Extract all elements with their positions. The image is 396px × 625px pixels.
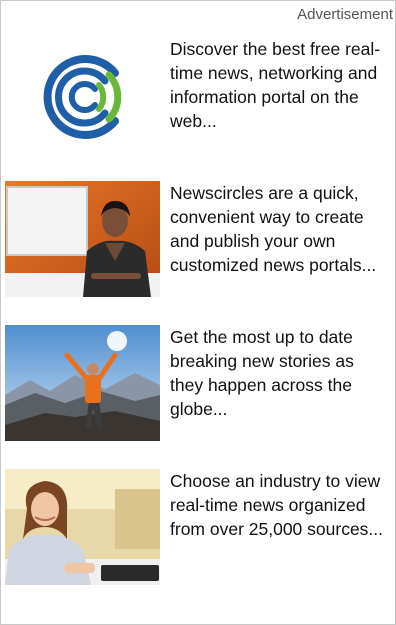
ad-item-breaking-news[interactable]: Get the most up to date breaking new sto…	[5, 325, 393, 441]
news-anchor-photo[interactable]	[5, 181, 160, 297]
ad-text-industry[interactable]: Choose an industry to view real-time new…	[170, 469, 395, 541]
advertisement-label: Advertisement	[297, 6, 393, 23]
ad-frame: Advertisement Discover the best free rea…	[0, 0, 396, 625]
mountain-climber-photo[interactable]	[5, 325, 160, 441]
ad-text-newscircles[interactable]: Newscircles are a quick, convenient way …	[170, 181, 395, 277]
office-woman-photo[interactable]	[5, 469, 160, 585]
ad-text-breaking-news[interactable]: Get the most up to date breaking new sto…	[170, 325, 395, 421]
ad-text-portal[interactable]: Discover the best free real- time news, …	[170, 37, 395, 133]
circles-logo-icon[interactable]	[5, 37, 160, 153]
ad-item-portal[interactable]: Discover the best free real- time news, …	[5, 37, 393, 153]
ad-item-newscircles[interactable]: Newscircles are a quick, convenient way …	[5, 181, 393, 297]
ad-item-industry[interactable]: Choose an industry to view real-time new…	[5, 469, 393, 585]
